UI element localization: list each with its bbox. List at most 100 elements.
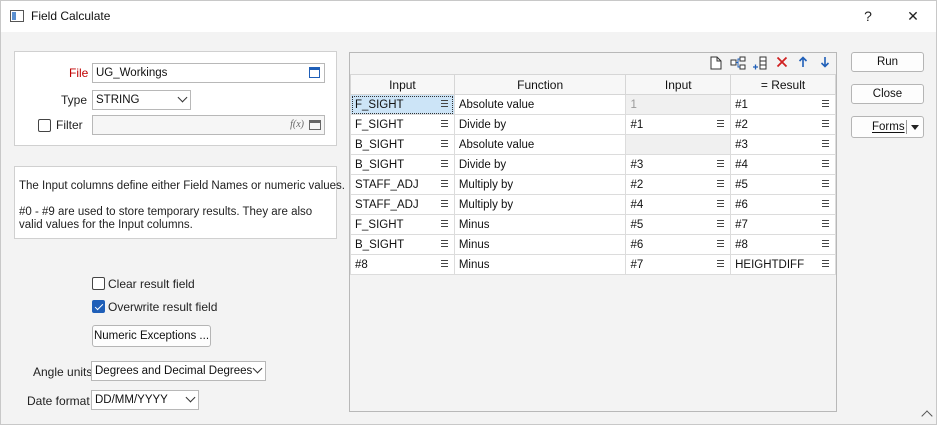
input2-cell[interactable] <box>625 134 732 155</box>
result-cell[interactable]: #4 <box>730 154 836 175</box>
file-input[interactable]: UG_Workings <box>92 63 325 83</box>
cell-text: Multiply by <box>458 178 514 191</box>
input1-cell[interactable]: F_SIGHT <box>350 114 455 135</box>
table-row: B_SIGHT Absolute value #3 <box>350 134 836 155</box>
header-result[interactable]: = Result <box>730 74 836 95</box>
date-format-select[interactable]: DD/MM/YYYY <box>91 390 199 410</box>
forms-dropdown-icon[interactable] <box>911 125 919 130</box>
filter-table-icon[interactable] <box>309 120 321 130</box>
header-input-1[interactable]: Input <box>350 74 455 95</box>
cell-text: #2 <box>630 178 644 191</box>
angle-units-select[interactable]: Degrees and Decimal Degrees <box>91 361 266 381</box>
result-cell[interactable]: #3 <box>730 134 836 155</box>
move-up-icon[interactable] <box>795 56 811 72</box>
new-file-icon[interactable] <box>708 56 724 72</box>
field-list-icon[interactable] <box>440 200 448 207</box>
field-list-icon[interactable] <box>440 260 448 267</box>
field-list-icon[interactable] <box>822 140 829 147</box>
field-list-icon[interactable] <box>822 220 829 227</box>
function-cell[interactable]: Multiply by <box>453 194 627 215</box>
result-cell[interactable]: #2 <box>730 114 836 135</box>
field-list-icon[interactable] <box>717 220 725 227</box>
field-list-icon[interactable] <box>440 100 448 107</box>
result-cell[interactable]: #6 <box>730 194 836 215</box>
function-cell[interactable]: Divide by <box>453 114 627 135</box>
function-cell[interactable]: Multiply by <box>453 174 627 195</box>
field-list-icon[interactable] <box>717 120 725 127</box>
field-list-icon[interactable] <box>717 260 725 267</box>
input1-cell[interactable]: B_SIGHT <box>350 134 455 155</box>
function-cell[interactable]: Minus <box>453 214 627 235</box>
type-select[interactable]: STRING <box>92 90 191 110</box>
field-list-icon[interactable] <box>822 120 829 127</box>
function-cell[interactable]: Absolute value <box>453 94 627 115</box>
input1-cell[interactable]: B_SIGHT <box>350 234 455 255</box>
input2-cell[interactable]: #1 <box>625 114 732 135</box>
function-cell[interactable]: Minus <box>453 234 627 255</box>
input2-cell[interactable]: #6 <box>625 234 732 255</box>
cell-text: #7 <box>630 258 644 271</box>
cell-text: B_SIGHT <box>355 238 405 251</box>
field-list-icon[interactable] <box>717 160 725 167</box>
result-cell[interactable]: HEIGHTDIFF <box>730 254 836 275</box>
field-list-icon[interactable] <box>440 220 448 227</box>
input1-cell[interactable]: #8 <box>350 254 455 275</box>
input2-cell[interactable]: #3 <box>625 154 732 175</box>
browse-file-icon[interactable] <box>309 67 320 78</box>
fx-icon[interactable]: f(x) <box>290 116 304 134</box>
field-list-icon[interactable] <box>717 200 725 207</box>
numeric-exceptions-button[interactable]: Numeric Exceptions ... <box>92 325 211 347</box>
result-cell[interactable]: #8 <box>730 234 836 255</box>
filter-input[interactable]: f(x) <box>92 115 325 135</box>
info-line-3: valid values for the Input columns. <box>19 219 193 231</box>
close-window-button[interactable]: ✕ <box>892 4 934 28</box>
input2-cell[interactable]: #2 <box>625 174 732 195</box>
cell-text: F_SIGHT <box>355 98 404 111</box>
field-list-icon[interactable] <box>440 180 448 187</box>
file-label: File <box>69 66 89 80</box>
input2-cell[interactable]: #7 <box>625 254 732 275</box>
close-button[interactable]: Close <box>851 84 924 104</box>
function-cell[interactable]: Divide by <box>453 154 627 175</box>
result-cell[interactable]: #7 <box>730 214 836 235</box>
input2-cell[interactable]: #4 <box>625 194 732 215</box>
field-list-icon[interactable] <box>822 260 829 267</box>
input1-cell[interactable]: B_SIGHT <box>350 154 455 175</box>
field-list-icon[interactable] <box>440 120 448 127</box>
result-cell[interactable]: #5 <box>730 174 836 195</box>
input1-cell[interactable]: F_SIGHT <box>350 214 455 235</box>
field-list-icon[interactable] <box>440 140 448 147</box>
function-cell[interactable]: Absolute value <box>453 134 627 155</box>
cell-text: B_SIGHT <box>355 158 405 171</box>
move-down-icon[interactable] <box>817 56 833 72</box>
field-list-icon[interactable] <box>822 240 829 247</box>
clear-result-checkbox[interactable] <box>92 277 105 290</box>
field-list-icon[interactable] <box>822 200 829 207</box>
input1-cell[interactable]: F_SIGHT <box>350 94 455 115</box>
info-line-1: The Input columns define either Field Na… <box>19 180 345 192</box>
help-button[interactable]: ? <box>847 4 889 28</box>
overwrite-result-checkbox[interactable] <box>92 300 105 313</box>
run-button[interactable]: Run <box>851 52 924 72</box>
field-list-icon[interactable] <box>822 160 829 167</box>
forms-button[interactable]: Forms <box>851 116 924 138</box>
collapse-chevron-icon[interactable] <box>921 410 933 422</box>
function-cell[interactable]: Minus <box>453 254 627 275</box>
insert-row-icon[interactable] <box>730 56 746 72</box>
field-list-icon[interactable] <box>717 180 725 187</box>
input1-cell[interactable]: STAFF_ADJ <box>350 194 455 215</box>
field-list-icon[interactable] <box>440 160 448 167</box>
input2-cell[interactable]: #5 <box>625 214 732 235</box>
field-list-icon[interactable] <box>822 180 829 187</box>
delete-icon[interactable] <box>774 56 790 72</box>
input1-cell[interactable]: STAFF_ADJ <box>350 174 455 195</box>
header-function[interactable]: Function <box>453 74 627 95</box>
result-cell[interactable]: #1 <box>730 94 836 115</box>
append-row-icon[interactable] <box>752 56 768 72</box>
filter-checkbox[interactable] <box>38 119 51 132</box>
input2-cell[interactable]: 1 <box>625 94 732 115</box>
field-list-icon[interactable] <box>440 240 448 247</box>
field-list-icon[interactable] <box>717 240 725 247</box>
header-input-2[interactable]: Input <box>625 74 732 95</box>
field-list-icon[interactable] <box>822 100 829 107</box>
